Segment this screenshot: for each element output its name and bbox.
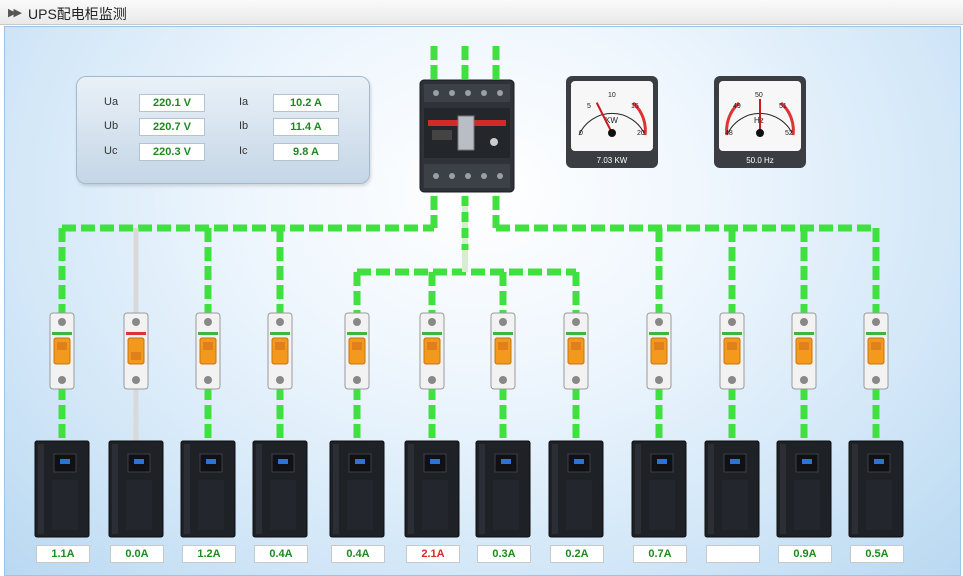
ups-unit[interactable] [848,440,904,538]
power-tick-2: 10 [608,92,616,99]
branch-breaker[interactable] [267,312,293,390]
branch-current-value: 0.4A [331,545,385,563]
ups-unit[interactable] [548,440,604,538]
ub-value: 220.7 V [139,118,205,136]
ups-unit[interactable] [776,440,832,538]
ups-unit[interactable] [704,440,760,538]
ua-value: 220.1 V [139,94,205,112]
branch-current-value: 1.2A [182,545,236,563]
branch-current-value: 0.9A [778,545,832,563]
ups-unit[interactable] [631,440,687,538]
branch-breaker[interactable] [49,312,75,390]
uc-label: Uc [104,145,118,157]
ub-label: Ub [104,120,119,132]
branch-current-value [706,545,760,563]
branch-current-value: 0.4A [254,545,308,563]
ups-unit[interactable] [404,440,460,538]
frequency-gauge-face: 48 49 50 51 52 Hz 50.0 Hz [714,76,806,168]
freq-tick-2: 50 [755,92,763,99]
ups-unit[interactable] [34,440,90,538]
freq-unit: Hz [754,116,764,125]
ups-unit[interactable] [252,440,308,538]
ups-unit[interactable] [108,440,164,538]
freq-tick-0: 48 [725,130,733,137]
branch-current-value: 0.0A [110,545,164,563]
branch-breaker[interactable] [646,312,672,390]
branch-breaker[interactable] [563,312,589,390]
power-tick-4: 20 [637,130,645,137]
ups-unit[interactable] [475,440,531,538]
branch-breaker[interactable] [791,312,817,390]
branch-current-value: 0.5A [850,545,904,563]
branch-breaker[interactable] [863,312,889,390]
ic-value: 9.8 A [273,143,339,161]
ib-label: Ib [239,120,249,132]
freq-tick-3: 51 [779,103,787,110]
branch-current-value: 0.3A [477,545,531,563]
power-gauge: 0 5 10 15 20 KW 7.03 KW [565,75,659,169]
ua-label: Ua [104,96,119,108]
branch-breaker[interactable] [123,312,149,390]
branch-breaker[interactable] [490,312,516,390]
frequency-gauge: 48 49 50 51 52 Hz 50.0 Hz [713,75,807,169]
power-readout: 7.03 KW [597,156,628,165]
ups-unit[interactable] [180,440,236,538]
freq-readout: 50.0 Hz [746,156,774,165]
freq-tick-4: 52 [785,130,793,137]
branch-breaker[interactable] [195,312,221,390]
ia-value: 10.2 A [273,94,339,112]
branch-current-value: 0.2A [550,545,604,563]
branch-current-value: 1.1A [36,545,90,563]
branch-breaker[interactable] [419,312,445,390]
uc-value: 220.3 V [139,143,205,161]
power-tick-1: 5 [587,103,591,110]
main-circuit-breaker[interactable] [418,78,516,194]
ib-value: 11.4 A [273,118,339,136]
branch-current-value: 0.7A [633,545,687,563]
branch-breaker[interactable] [719,312,745,390]
branch-current-value: 2.1A [406,545,460,563]
freq-tick-1: 49 [733,103,741,110]
ia-label: Ia [239,96,249,108]
power-gauge-face: 0 5 10 15 20 KW 7.03 KW [566,76,658,168]
branch-breaker[interactable] [344,312,370,390]
electrical-readings-panel: Ua Ub Uc 220.1 V 220.7 V 220.3 V Ia Ib I… [76,76,370,184]
ups-unit[interactable] [329,440,385,538]
power-tick-0: 0 [579,130,583,137]
ic-label: Ic [239,145,248,157]
power-tick-3: 15 [631,103,639,110]
